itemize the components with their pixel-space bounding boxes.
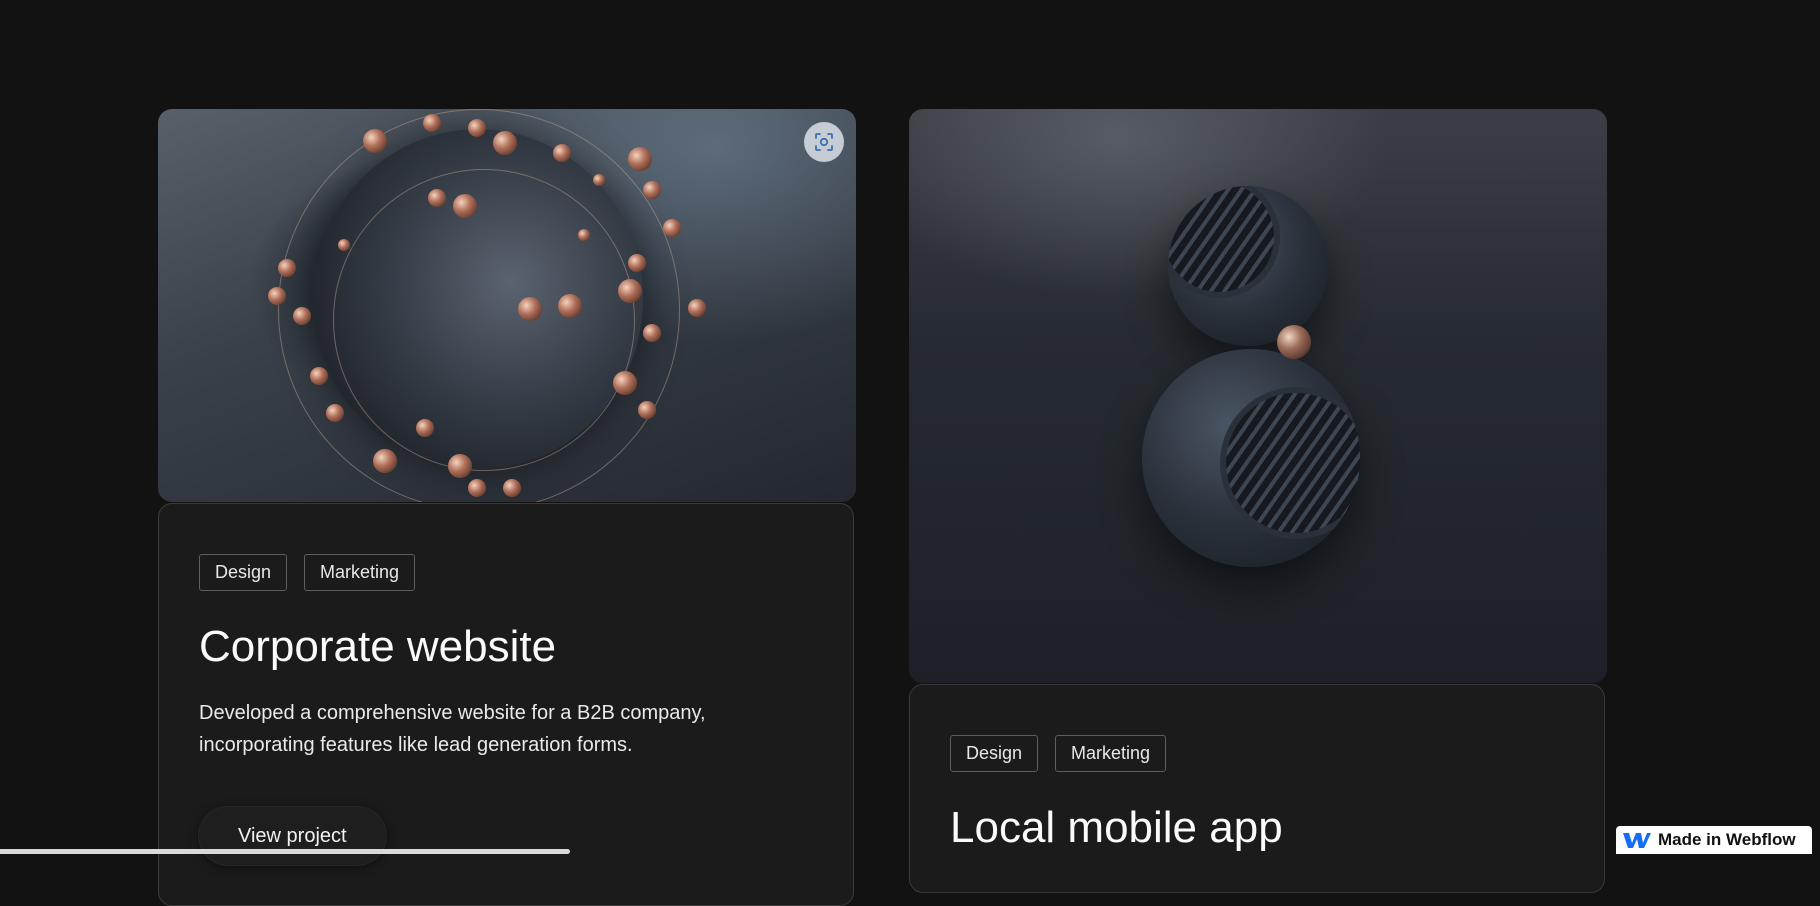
- project-card-corporate-website[interactable]: Design Marketing Corporate website Devel…: [158, 109, 856, 906]
- copper-ball: [613, 371, 637, 395]
- copper-ball: [278, 259, 296, 277]
- scan-image-button[interactable]: [804, 122, 844, 162]
- copper-ball: [363, 129, 387, 153]
- copper-ball: [643, 181, 661, 199]
- horizontal-scrollbar[interactable]: [0, 849, 570, 854]
- copper-ball: [468, 479, 486, 497]
- copper-ball: [553, 144, 571, 162]
- copper-ball: [428, 189, 446, 207]
- copper-ball: [638, 401, 656, 419]
- copper-ball: [518, 297, 542, 321]
- decorative-grill: [1220, 387, 1360, 539]
- tag-design[interactable]: Design: [199, 554, 288, 591]
- copper-ball: [628, 254, 646, 272]
- project-title[interactable]: Local mobile app: [950, 803, 1564, 852]
- copper-ball: [643, 324, 661, 342]
- decorative-grill: [1168, 186, 1280, 298]
- project-description: Developed a comprehensive website for a …: [199, 702, 706, 757]
- project-image: [158, 109, 856, 502]
- project-card-local-mobile-app[interactable]: Design Marketing Local mobile app: [909, 109, 1607, 894]
- copper-ball: [618, 279, 642, 303]
- copper-ball: [423, 114, 441, 132]
- copper-ball: [493, 131, 517, 155]
- copper-ball: [688, 299, 706, 317]
- wireframe-ring: [333, 169, 635, 471]
- copper-ball: [663, 219, 681, 237]
- tag-list: Design Marketing: [199, 554, 813, 591]
- tag-list: Design Marketing: [950, 735, 1564, 772]
- copper-ball: [326, 404, 344, 422]
- copper-ball: [503, 479, 521, 497]
- copper-ball: [293, 307, 311, 325]
- copper-ball: [558, 294, 582, 318]
- copper-ball: [416, 419, 434, 437]
- project-title[interactable]: Corporate website: [199, 622, 813, 671]
- tag-marketing[interactable]: Marketing: [304, 554, 416, 591]
- copper-ball: [628, 147, 652, 171]
- project-card-panel: Design Marketing Corporate website Devel…: [158, 503, 854, 906]
- decorative-orb-top: [1168, 186, 1328, 346]
- tag-design[interactable]: Design: [950, 735, 1039, 772]
- badge-label: Made in Webflow: [1658, 830, 1796, 849]
- copper-ball: [593, 174, 605, 186]
- project-image: [909, 109, 1607, 683]
- copper-ball: [578, 229, 590, 241]
- copper-ball: [268, 287, 286, 305]
- copper-ball: [468, 119, 486, 137]
- scan-icon: [815, 133, 833, 151]
- project-card-panel: Design Marketing Local mobile app: [909, 684, 1605, 894]
- copper-ball: [310, 367, 328, 385]
- tag-marketing[interactable]: Marketing: [1055, 735, 1167, 772]
- decorative-knob: [1277, 325, 1311, 359]
- copper-ball: [453, 194, 477, 218]
- copper-ball: [338, 239, 350, 251]
- copper-ball: [448, 454, 472, 478]
- decorative-orb-bottom: [1142, 349, 1360, 567]
- view-project-button[interactable]: View project: [199, 807, 386, 866]
- made-in-webflow-badge[interactable]: Made in Webflow: [1616, 826, 1812, 854]
- copper-ball: [373, 449, 397, 473]
- webflow-logo-icon: [1622, 830, 1652, 850]
